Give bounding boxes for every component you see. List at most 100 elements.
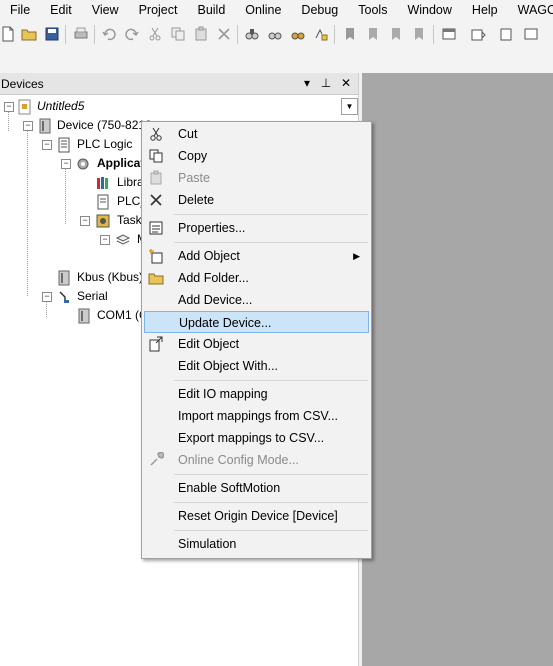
menu-item-import-mappings[interactable]: Import mappings from CSV... — [144, 405, 369, 427]
menu-item-edit-io-mapping[interactable]: Edit IO mapping — [144, 383, 369, 405]
project-icon — [17, 99, 33, 115]
menu-item-edit-object-with[interactable]: Edit Object With... — [144, 355, 369, 377]
library-icon — [95, 175, 111, 191]
tree-dropdown-button[interactable]: ▼ — [341, 98, 358, 115]
expand-toggle[interactable]: − — [100, 235, 110, 245]
print-icon[interactable] — [73, 26, 89, 42]
menu-item-label: Edit Object — [178, 337, 240, 351]
paste-icon[interactable] — [193, 26, 209, 42]
menu-edit[interactable]: Edit — [40, 0, 82, 21]
menu-separator — [174, 474, 368, 475]
menu-item-export-mappings[interactable]: Export mappings to CSV... — [144, 427, 369, 449]
tree-device[interactable]: Device (750-8212 — [57, 116, 152, 134]
expand-toggle[interactable]: − — [4, 102, 14, 112]
toolbar — [0, 21, 553, 50]
tree-task[interactable]: Task — [117, 211, 142, 229]
menu-debug[interactable]: Debug — [291, 0, 348, 21]
menu-item-label: Add Object — [178, 249, 240, 263]
tree-serial[interactable]: Serial — [77, 287, 108, 305]
menu-separator — [174, 242, 368, 243]
delete-icon[interactable] — [216, 26, 232, 42]
menu-item-label: Cut — [178, 127, 198, 141]
menu-item-reset-origin-device[interactable]: Reset Origin Device [Device] — [144, 505, 369, 527]
paste-icon — [148, 170, 164, 186]
serial-icon — [56, 289, 72, 305]
tree-application[interactable]: Applicat — [97, 154, 144, 172]
breakpoint-icon[interactable] — [342, 26, 358, 42]
menu-item-edit-object[interactable]: Edit Object — [144, 333, 369, 355]
menu-item-simulation[interactable]: Simulation — [144, 533, 369, 555]
step-over-icon[interactable] — [388, 26, 404, 42]
menu-separator — [174, 214, 368, 215]
menu-online[interactable]: Online — [235, 0, 291, 21]
find-icon[interactable] — [244, 26, 260, 42]
edit-icon[interactable] — [499, 26, 515, 42]
properties-icon — [148, 220, 164, 236]
menu-item-properties[interactable]: Properties... — [144, 217, 369, 239]
menu-build[interactable]: Build — [187, 0, 235, 21]
tree-line — [27, 131, 28, 296]
tree-line — [46, 301, 47, 317]
menu-item-label: Delete — [178, 193, 215, 207]
window-icon[interactable] — [441, 26, 457, 42]
bookmark-icon[interactable] — [313, 26, 329, 42]
menu-item-add-object[interactable]: Add Object ▶ — [144, 245, 369, 267]
new-file-icon[interactable] — [0, 26, 16, 42]
devices-panel-header: Devices ▾ ⊥ ✕ — [0, 73, 358, 95]
menu-project[interactable]: Project — [129, 0, 188, 21]
menu-item-label: Add Folder... — [178, 271, 249, 285]
step-out-icon[interactable] — [411, 26, 427, 42]
task-stack-icon — [115, 232, 131, 248]
tree-plc-logic[interactable]: PLC Logic — [77, 135, 132, 153]
add-object-dropdown-icon[interactable] — [470, 26, 486, 42]
menu-wago[interactable]: WAGO — [508, 0, 553, 21]
plc-logic-icon — [56, 137, 72, 153]
expand-toggle[interactable]: − — [61, 159, 71, 169]
tree-project[interactable]: Untitled5 — [37, 97, 84, 115]
edit-object-icon — [148, 336, 164, 352]
context-menu: Cut Copy Paste Delete Properties... Add … — [141, 121, 372, 559]
toolbar-separator — [94, 25, 95, 44]
expand-toggle[interactable]: − — [42, 140, 52, 150]
expand-toggle[interactable]: − — [42, 292, 52, 302]
menu-window[interactable]: Window — [397, 0, 461, 21]
cut-icon[interactable] — [147, 26, 163, 42]
menu-item-add-folder[interactable]: Add Folder... — [144, 267, 369, 289]
step-icon[interactable] — [365, 26, 381, 42]
menu-item-label: Edit Object With... — [178, 359, 279, 373]
tree-line — [8, 111, 9, 131]
menu-item-update-device[interactable]: Update Device... — [144, 311, 369, 333]
pin-icon[interactable]: ⊥ — [319, 76, 333, 90]
panel-title: Devices — [1, 77, 44, 91]
save-icon[interactable] — [44, 26, 60, 42]
close-icon[interactable]: ✕ — [339, 76, 353, 90]
tree-library[interactable]: Libra — [117, 173, 144, 191]
undo-icon[interactable] — [101, 26, 117, 42]
menu-help[interactable]: Help — [462, 0, 508, 21]
binoculars-icon[interactable] — [290, 26, 306, 42]
menu-item-cut[interactable]: Cut — [144, 123, 369, 145]
menu-item-label: Properties... — [178, 221, 246, 235]
expand-toggle[interactable]: − — [80, 216, 90, 226]
menu-item-add-device[interactable]: Add Device... — [144, 289, 369, 311]
scissors-icon — [148, 126, 164, 142]
menu-item-copy[interactable]: Copy — [144, 145, 369, 167]
toolbar-separator — [334, 25, 335, 44]
tree-kbus[interactable]: Kbus (Kbus) — [77, 268, 143, 286]
menu-item-label: Paste — [178, 171, 210, 185]
menu-item-enable-softmotion[interactable]: Enable SoftMotion — [144, 477, 369, 499]
copy-icon — [148, 148, 164, 164]
task-config-icon — [95, 213, 111, 229]
redo-icon[interactable] — [124, 26, 140, 42]
layout-icon[interactable] — [523, 26, 539, 42]
menu-view[interactable]: View — [82, 0, 129, 21]
menu-tools[interactable]: Tools — [348, 0, 397, 21]
copy-icon[interactable] — [170, 26, 186, 42]
chevron-down-icon[interactable]: ▾ — [300, 76, 314, 90]
open-folder-icon[interactable] — [21, 26, 37, 42]
menu-file[interactable]: File — [0, 0, 40, 21]
expand-toggle[interactable]: − — [23, 121, 33, 131]
wrench-icon — [148, 452, 164, 468]
menu-item-delete[interactable]: Delete — [144, 189, 369, 211]
find-replace-icon[interactable] — [267, 26, 283, 42]
